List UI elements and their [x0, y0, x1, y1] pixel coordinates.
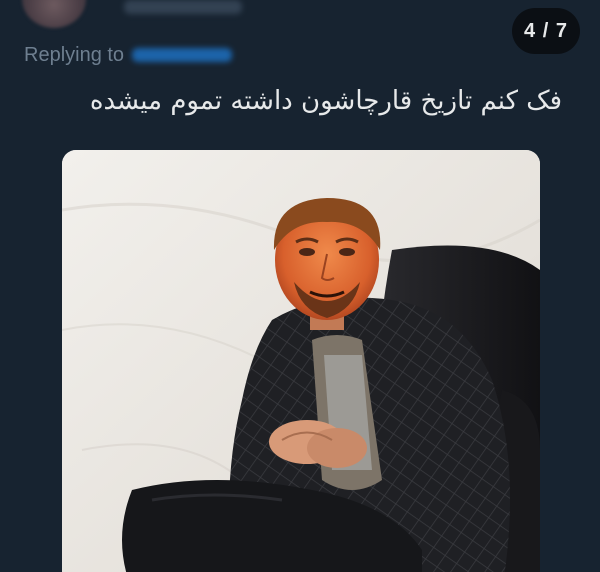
tweet-media-photo[interactable] [62, 150, 540, 572]
page-counter-label: 4 / 7 [524, 19, 568, 42]
replying-to-row: Replying to [24, 42, 233, 68]
page-counter: 4 / 7 [512, 8, 580, 54]
tweet-text: فک کنم تازیخ قارچاشون داشته تموم میشده [89, 86, 562, 116]
photo-illustration [62, 150, 540, 572]
tweet-view: 4 / 7 Replying to فک کنم تازیخ قارچاشون … [0, 0, 600, 572]
avatar[interactable] [22, 0, 86, 28]
blurred-mention-link[interactable] [132, 48, 233, 62]
replying-to-label: Replying to [24, 43, 125, 66]
blurred-username[interactable] [124, 0, 242, 14]
